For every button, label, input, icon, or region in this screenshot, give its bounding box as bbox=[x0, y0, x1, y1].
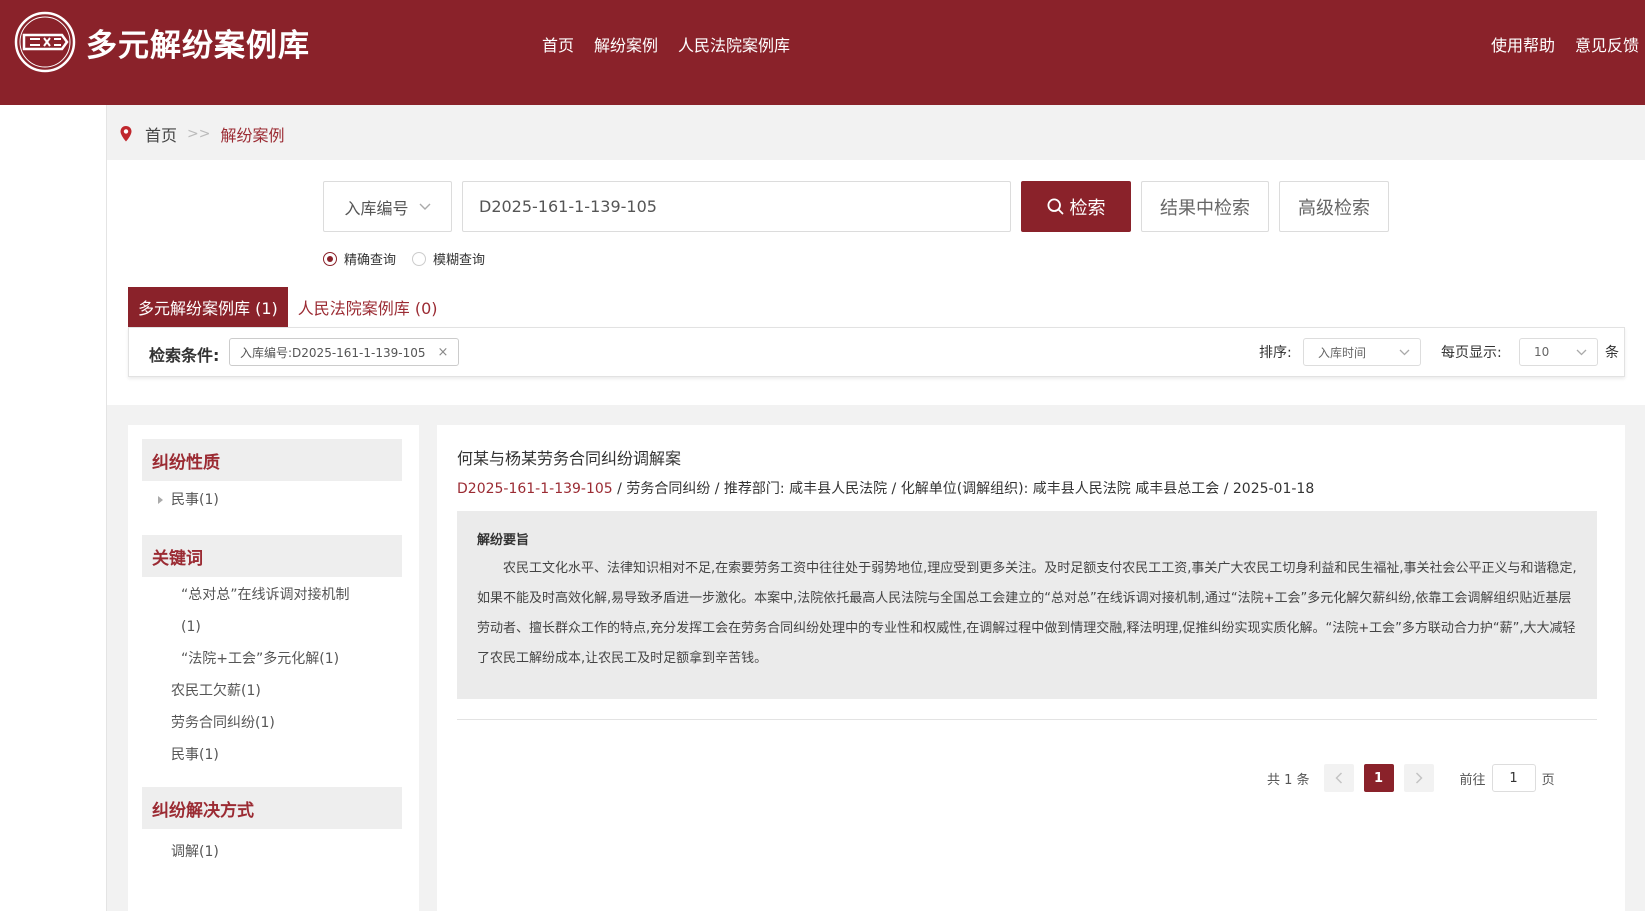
sort-label: 排序: bbox=[1259, 345, 1292, 361]
search-field-value: 入库编号 bbox=[344, 198, 409, 218]
tab-multi-dispute-library[interactable]: 多元解纷案例库 (1) bbox=[128, 287, 288, 327]
facet-item[interactable]: 民事(1) bbox=[171, 489, 219, 511]
case-meta: D2025-161-1-139-105 / 劳务合同纠纷 / 推荐部门: 咸丰县… bbox=[457, 478, 1314, 498]
nav-cases[interactable]: 解纷案例 bbox=[594, 32, 658, 56]
search-in-results-button[interactable]: 结果中检索 bbox=[1141, 181, 1269, 232]
case-title-link[interactable]: 何某与杨某劳务合同纠纷调解案 bbox=[457, 445, 681, 469]
chevron-right-icon bbox=[1415, 772, 1423, 784]
next-page-button[interactable] bbox=[1403, 764, 1434, 792]
breadcrumb-current: 解纷案例 bbox=[220, 126, 285, 145]
facet-title-dispute-nature: 纠纷性质 bbox=[142, 439, 402, 481]
main-content: 首页 >> 解纷案例 入库编号 检索 结果中检索 高级检索 精确查询 bbox=[106, 105, 1645, 911]
radio-exact-dot bbox=[323, 251, 337, 266]
conditions-label: 检索条件: bbox=[149, 346, 220, 365]
per-page-value: 10 bbox=[1534, 345, 1550, 359]
logo-icon[interactable] bbox=[14, 11, 76, 73]
nav-home[interactable]: 首页 bbox=[542, 32, 574, 56]
facet-sidebar: 纠纷性质 民事(1) 关键词 “总对总”在线诉调对接机制 (1) “法院+工会”… bbox=[128, 425, 419, 911]
prev-page-button[interactable] bbox=[1323, 764, 1354, 792]
goto-unit: 页 bbox=[1541, 772, 1555, 788]
summary-text: 农民工文化水平、法律知识相对不足,在索要劳务工资中往往处于弱势地位,理应受到更多… bbox=[477, 561, 1577, 666]
condition-chip: 入库编号:D2025-161-1-139-105 × bbox=[229, 338, 460, 366]
top-header: 多元解纷案例库 首页 解纷案例 人民法院案例库 使用帮助 意见反馈 bbox=[0, 0, 1645, 105]
site-title: 多元解纷案例库 bbox=[86, 28, 310, 64]
radio-exact-label: 精确查询 bbox=[344, 253, 397, 268]
advanced-search-button[interactable]: 高级检索 bbox=[1279, 181, 1389, 232]
utility-nav: 使用帮助 意见反馈 bbox=[1491, 32, 1639, 56]
search-mode-group: 精确查询 模糊查询 bbox=[323, 249, 485, 268]
condition-chip-text: 入库编号:D2025-161-1-139-105 bbox=[240, 345, 426, 360]
results-panel: 何某与杨某劳务合同纠纷调解案 D2025-161-1-139-105 / 劳务合… bbox=[437, 425, 1625, 911]
facet-item[interactable]: “总对总”在线诉调对接机制 bbox=[181, 584, 350, 606]
per-page-label: 每页显示: bbox=[1441, 345, 1502, 361]
search-input[interactable] bbox=[462, 181, 1011, 232]
facet-item[interactable]: 调解(1) bbox=[171, 841, 219, 863]
facet-title-keywords: 关键词 bbox=[142, 535, 402, 577]
facet-title-resolution-method: 纠纷解决方式 bbox=[142, 787, 402, 829]
main-nav: 首页 解纷案例 人民法院案例库 bbox=[542, 32, 790, 56]
facet-item-count[interactable]: (1) bbox=[181, 616, 201, 638]
radio-fuzzy[interactable]: 模糊查询 bbox=[412, 249, 485, 268]
close-icon[interactable]: × bbox=[438, 345, 449, 360]
divider bbox=[457, 719, 1597, 720]
chevron-down-icon bbox=[419, 203, 430, 210]
chevron-down-icon bbox=[1576, 349, 1587, 355]
goto-label: 前往 bbox=[1459, 772, 1486, 788]
nav-feedback[interactable]: 意见反馈 bbox=[1575, 32, 1639, 56]
page-number-button[interactable]: 1 bbox=[1363, 764, 1394, 792]
tab-court-library[interactable]: 人民法院案例库 (0) bbox=[288, 287, 448, 327]
search-field-select[interactable]: 入库编号 bbox=[323, 181, 452, 232]
pagination: 共 1 条 1 前往 页 bbox=[1267, 764, 1555, 792]
case-code: D2025-161-1-139-105 bbox=[457, 481, 613, 497]
breadcrumb-separator: >> bbox=[187, 126, 211, 142]
case-meta-details: / 劳务合同纠纷 / 推荐部门: 咸丰县人民法院 / 化解单位(调解组织): 咸… bbox=[612, 481, 1315, 497]
summary-title: 解纷要旨 bbox=[477, 533, 530, 548]
search-button-label: 检索 bbox=[1069, 197, 1106, 219]
facet-item[interactable]: “法院+工会”多元化解(1) bbox=[181, 648, 339, 670]
nav-court-library[interactable]: 人民法院案例库 bbox=[678, 32, 790, 56]
case-summary-box: 解纷要旨 农民工文化水平、法律知识相对不足,在索要劳务工资中往往处于弱势地位,理… bbox=[457, 511, 1597, 699]
per-page-unit: 条 bbox=[1605, 345, 1619, 361]
library-tabs: 多元解纷案例库 (1) 人民法院案例库 (0) bbox=[128, 287, 448, 327]
facet-item[interactable]: 民事(1) bbox=[171, 744, 219, 766]
goto-page: 前往 页 bbox=[1460, 764, 1555, 792]
chevron-down-icon bbox=[1399, 349, 1410, 355]
chevron-left-icon bbox=[1334, 772, 1342, 784]
facet-item[interactable]: 农民工欠薪(1) bbox=[171, 680, 261, 702]
nav-help[interactable]: 使用帮助 bbox=[1491, 32, 1555, 56]
radio-fuzzy-dot bbox=[412, 251, 427, 266]
search-button[interactable]: 检索 bbox=[1021, 181, 1131, 232]
goto-page-input[interactable] bbox=[1491, 764, 1536, 792]
per-page-select[interactable]: 10 bbox=[1519, 338, 1598, 366]
sort-value: 入库时间 bbox=[1318, 345, 1367, 360]
breadcrumb: 首页 >> 解纷案例 bbox=[119, 122, 285, 146]
facet-item[interactable]: 劳务合同纠纷(1) bbox=[171, 712, 275, 734]
sort-select[interactable]: 入库时间 bbox=[1303, 338, 1421, 366]
location-pin-icon bbox=[120, 126, 132, 142]
breadcrumb-home[interactable]: 首页 bbox=[145, 122, 177, 146]
search-panel: 入库编号 检索 结果中检索 高级检索 精确查询 模糊查询 bbox=[107, 160, 1645, 405]
radio-fuzzy-label: 模糊查询 bbox=[433, 253, 486, 268]
pagination-total: 共 1 条 bbox=[1267, 772, 1310, 788]
search-icon bbox=[1046, 198, 1063, 215]
radio-exact[interactable]: 精确查询 bbox=[323, 249, 396, 268]
caret-right-icon[interactable] bbox=[158, 496, 163, 504]
search-conditions-bar: 检索条件: 入库编号:D2025-161-1-139-105 × 排序: 入库时… bbox=[128, 327, 1625, 377]
